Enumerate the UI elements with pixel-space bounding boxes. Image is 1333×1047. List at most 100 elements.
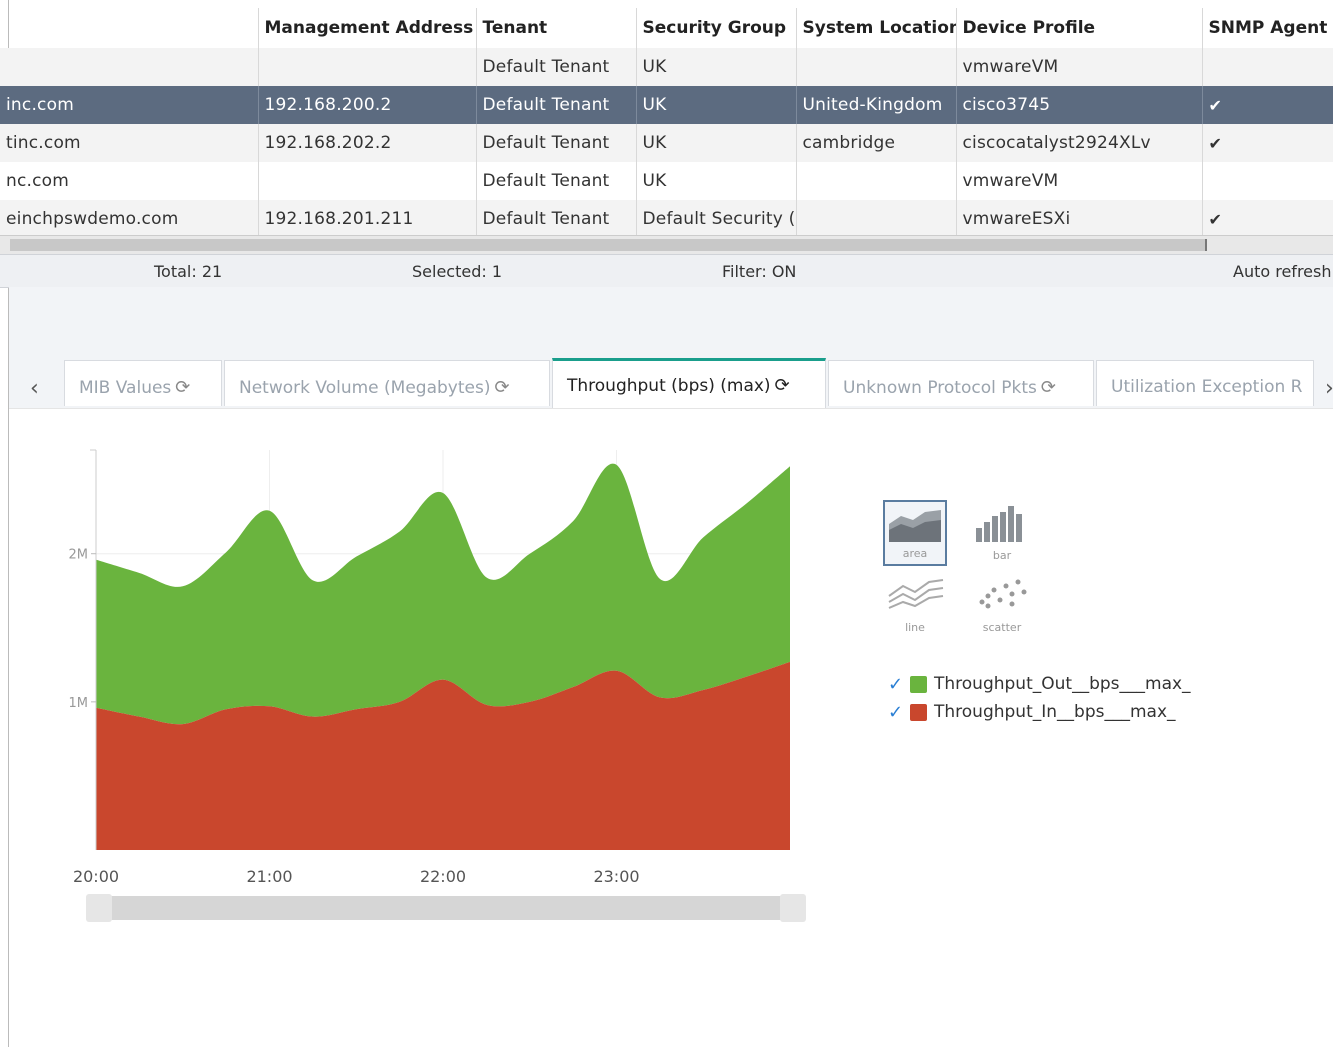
table-cell (796, 48, 957, 86)
table-cell: 192.168.200.2 (258, 86, 477, 124)
legend-label: Throughput_Out__bps___max_ (934, 674, 1191, 694)
time-range-slider[interactable] (86, 894, 806, 922)
tab-label: Unknown Protocol Pkts (843, 378, 1037, 398)
x-tick-label: 20:00 (73, 867, 119, 886)
table-row[interactable]: nc.com Default Tenant UK vmwareVM (0, 162, 1333, 200)
table-cell (258, 162, 477, 200)
table-row[interactable]: inc.com 192.168.200.2 Default Tenant UK Unit… (0, 86, 1333, 124)
column-header[interactable]: Device Profile (956, 8, 1203, 48)
chart-type-label: line (905, 621, 925, 634)
tab-network-volume[interactable]: Network Volume (Megabytes) ⟳ (224, 360, 550, 406)
area-chart-icon (889, 510, 941, 542)
table-row[interactable]: Default Tenant UK vmwareVM (0, 48, 1333, 86)
legend-item-out[interactable]: ✓ Throughput_Out__bps___max_ (888, 670, 1191, 698)
table-cell (796, 162, 957, 200)
total-count: Total: 21 (154, 262, 223, 281)
table-cell: vmwareESXi (956, 200, 1203, 238)
x-tick-label: 23:00 (593, 867, 639, 886)
table-header-row: Management Address Tenant Security Group Sy… (0, 8, 1333, 48)
chart-type-line[interactable]: line (883, 572, 947, 638)
legend-label: Throughput_In__bps___max_ (934, 702, 1176, 722)
tab-label: MIB Values (79, 378, 172, 398)
snmp-agent-cell (1202, 48, 1333, 86)
range-end-handle[interactable] (780, 894, 806, 922)
tab-label: Utilization Exception R (1111, 377, 1303, 397)
horizontal-scrollbar-thumb[interactable] (10, 239, 1207, 251)
table-cell: Default Tenant (476, 86, 637, 124)
refresh-icon[interactable]: ⟳ (775, 375, 790, 396)
tab-label: Network Volume (Megabytes) (239, 378, 491, 398)
checkmark-icon[interactable]: ✓ (888, 674, 910, 695)
scatter-chart-icon (979, 579, 1027, 609)
content-divider (9, 408, 1333, 409)
tab-unknown-protocol[interactable]: Unknown Protocol Pkts ⟳ (828, 360, 1094, 406)
table-cell: 192.168.201.211 (258, 200, 477, 238)
table-cell (258, 48, 477, 86)
status-bar: Total: 21 Selected: 1 Filter: ON Auto re… (0, 254, 1333, 288)
x-tick-label: 22:00 (420, 867, 466, 886)
table-body: Default Tenant UK vmwareVM inc.com 192.168.2… (0, 48, 1333, 238)
table-cell (796, 200, 957, 238)
throughput-chart: 1M 2M 20:00 21:00 22:00 23:00 (69, 449, 790, 886)
refresh-icon[interactable]: ⟳ (494, 377, 509, 398)
column-header[interactable] (0, 8, 259, 48)
table-cell: United-Kingdom (796, 86, 957, 124)
snmp-agent-cell (1202, 162, 1333, 200)
chart-type-scatter[interactable]: scatter (970, 572, 1034, 638)
analysis-tabs: ‹ MIB Values ⟳ Network Volume (Megabytes)… (0, 358, 1333, 408)
column-header[interactable]: Tenant (476, 8, 637, 48)
table-cell: cisco3745 (956, 86, 1203, 124)
table-row[interactable]: tinc.com 192.168.202.2 Default Tenant UK cam… (0, 124, 1333, 162)
line-chart-icon (888, 579, 944, 609)
chart-type-label: bar (992, 549, 1012, 562)
tab-label: Throughput (bps) (max) (567, 376, 771, 396)
selected-count: Selected: 1 (412, 262, 503, 281)
bar-chart-icon (976, 506, 1022, 542)
tab-utilization-exception[interactable]: Utilization Exception R (1096, 360, 1314, 406)
filter-status: Filter: ON (722, 262, 797, 281)
legend-swatch (910, 675, 927, 693)
column-header[interactable]: Security Group (636, 8, 797, 48)
snmp-agent-cell: ✔ (1202, 124, 1333, 162)
table-cell: Default Security ( (636, 200, 797, 238)
chart-type-bar[interactable]: bar (970, 500, 1034, 566)
table-cell: ciscocatalyst2924XLv (956, 124, 1203, 162)
table-cell: tinc.com (0, 124, 259, 162)
table-cell: UK (636, 162, 797, 200)
snmp-agent-cell: ✔ (1202, 200, 1333, 238)
x-tick-label: 21:00 (246, 867, 292, 886)
legend-item-in[interactable]: ✓ Throughput_In__bps___max_ (888, 698, 1191, 726)
range-start-handle[interactable] (86, 894, 112, 922)
table-cell (0, 48, 259, 86)
table-cell: 192.168.202.2 (258, 124, 477, 162)
y-tick-label: 1M (69, 696, 89, 711)
chevron-left-icon[interactable]: ‹ (30, 376, 39, 401)
chart-type-label: area (902, 547, 928, 560)
table-row[interactable]: einchpswdemo.com 192.168.201.211 Default T… (0, 200, 1333, 238)
table-cell: UK (636, 124, 797, 162)
checkmark-icon[interactable]: ✓ (888, 702, 910, 723)
y-tick-label: 2M (69, 548, 89, 563)
chart-legend: ✓ Throughput_Out__bps___max_ ✓ Throughpu… (888, 670, 1191, 726)
table-cell: vmwareVM (956, 48, 1203, 86)
column-header[interactable]: SNMP Agent E (1202, 8, 1333, 48)
table-cell: UK (636, 48, 797, 86)
refresh-icon[interactable]: ⟳ (1041, 377, 1056, 398)
snmp-agent-cell: ✔ (1202, 86, 1333, 124)
column-header[interactable]: Management Address (258, 8, 477, 48)
table-cell: Default Tenant (476, 200, 637, 238)
table-cell: Default Tenant (476, 162, 637, 200)
tab-throughput[interactable]: Throughput (bps) (max) ⟳ (552, 358, 826, 408)
horizontal-scrollbar[interactable] (0, 235, 1333, 254)
auto-refresh-status[interactable]: Auto refresh (1233, 262, 1331, 281)
column-header[interactable]: System Location (796, 8, 957, 48)
chevron-right-icon[interactable]: › (1325, 376, 1333, 401)
table-cell: Default Tenant (476, 124, 637, 162)
tab-mib-values[interactable]: MIB Values ⟳ (64, 360, 222, 406)
table-cell: UK (636, 86, 797, 124)
table-cell: inc.com (0, 86, 259, 124)
chart-type-label: scatter (982, 621, 1022, 634)
refresh-icon[interactable]: ⟳ (175, 377, 190, 398)
chart-type-area[interactable]: area (883, 500, 947, 566)
table-cell: einchpswdemo.com (0, 200, 259, 238)
